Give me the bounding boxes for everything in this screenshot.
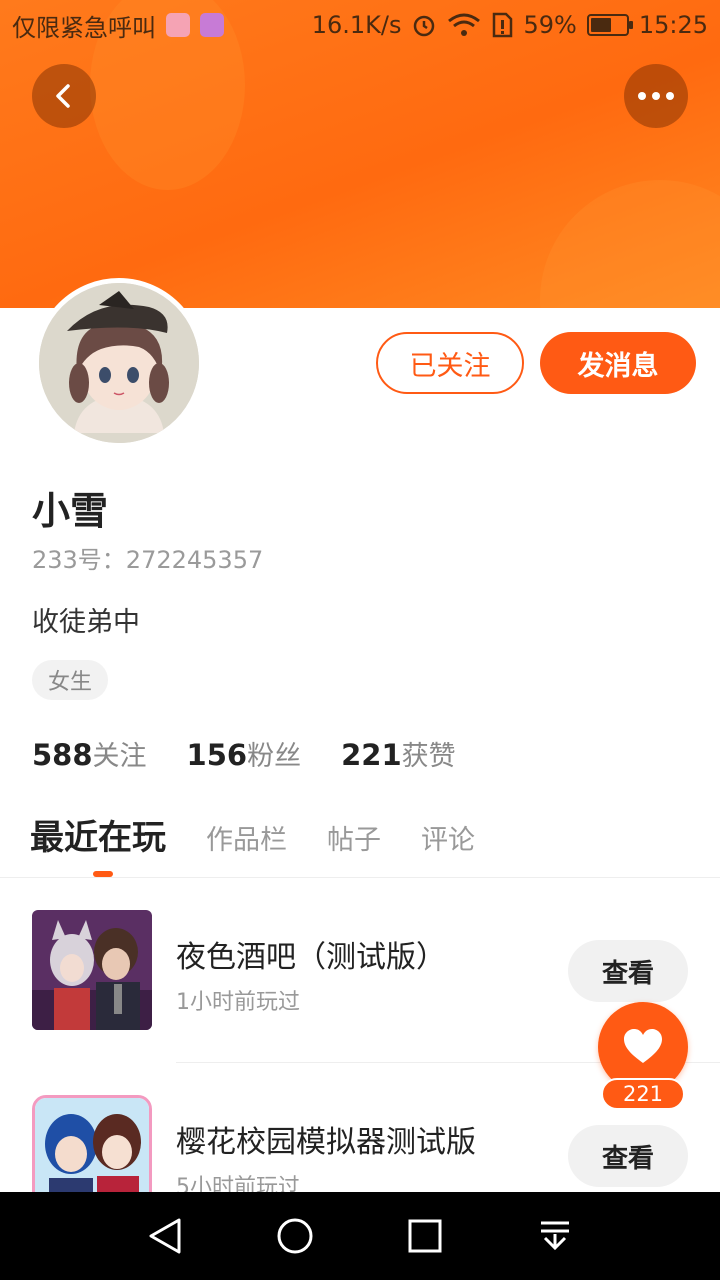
nav-recents-button[interactable] xyxy=(395,1206,455,1266)
stat-number: 588 xyxy=(32,738,93,772)
view-game-button[interactable]: 查看 xyxy=(568,1125,688,1187)
system-navigation-bar xyxy=(0,1192,720,1280)
stat-following[interactable]: 588关注 xyxy=(32,734,147,773)
gender-tag: 女生 xyxy=(32,660,109,700)
avatar[interactable] xyxy=(34,278,204,448)
stat-label: 获赞 xyxy=(401,741,456,772)
back-button[interactable] xyxy=(32,64,96,128)
heart-icon xyxy=(624,1029,662,1063)
nav-recents-icon xyxy=(408,1219,442,1253)
more-options-button[interactable] xyxy=(624,64,688,128)
clock: 15:25 xyxy=(638,11,708,39)
tab-works[interactable]: 作品栏 xyxy=(206,818,287,857)
tab-comments[interactable]: 评论 xyxy=(421,818,475,857)
avatar-illustration xyxy=(39,283,199,443)
stats-row: 588关注 156粉丝 221获赞 xyxy=(32,734,456,773)
battery-icon xyxy=(586,14,633,36)
stat-number: 221 xyxy=(341,738,402,772)
stat-label: 关注 xyxy=(92,741,147,772)
divider xyxy=(0,877,720,878)
game-played-time: 1小时前玩过 xyxy=(176,990,300,1015)
nav-menu-icon xyxy=(541,1221,569,1251)
stat-fans[interactable]: 156粉丝 xyxy=(187,734,302,773)
profile-name: 小雪 xyxy=(32,489,109,533)
send-message-button[interactable]: 发消息 xyxy=(540,332,696,394)
header-decoration xyxy=(540,180,720,308)
view-game-button[interactable]: 查看 xyxy=(568,940,688,1002)
profile-bio: 收徒弟中 xyxy=(32,607,140,638)
network-speed: 16.1K/s xyxy=(311,11,402,39)
wifi-icon xyxy=(448,13,481,36)
game-thumbnail-image xyxy=(32,910,152,1030)
stat-number: 156 xyxy=(186,738,248,772)
tab-recently-played[interactable]: 最近在玩 xyxy=(30,810,166,859)
nav-home-icon xyxy=(277,1218,313,1254)
profile-uid: 233号：272245357 xyxy=(32,546,264,574)
carrier-text: 仅限紧急呼叫 xyxy=(12,13,156,42)
nav-back-icon xyxy=(149,1218,181,1254)
nav-home-button[interactable] xyxy=(265,1206,325,1266)
like-count-badge: 221 xyxy=(601,1078,685,1110)
nav-menu-button[interactable] xyxy=(525,1206,585,1266)
sim-alert-icon xyxy=(493,12,513,38)
game-title: 夜色酒吧（测试版） xyxy=(176,940,446,975)
stat-label: 粉丝 xyxy=(247,741,302,772)
battery-percent: 59% xyxy=(523,11,577,39)
back-icon xyxy=(56,84,70,108)
image-notification-icon xyxy=(200,13,224,37)
stat-likes[interactable]: 221获赞 xyxy=(341,734,456,773)
game-thumbnail xyxy=(32,910,152,1030)
nav-back-button[interactable] xyxy=(135,1206,195,1266)
status-bar: 仅限紧急呼叫 16.1K/s 59% 15:25 xyxy=(0,0,720,50)
mail-notification-icon xyxy=(166,13,190,37)
tab-posts[interactable]: 帖子 xyxy=(327,818,381,857)
followed-button[interactable]: 已关注 xyxy=(376,332,524,394)
alarm-icon xyxy=(414,15,435,37)
profile-tabs: 最近在玩 作品栏 帖子 评论 xyxy=(30,810,475,859)
game-title: 樱花校园模拟器测试版 xyxy=(176,1125,476,1160)
more-icon xyxy=(638,92,674,100)
